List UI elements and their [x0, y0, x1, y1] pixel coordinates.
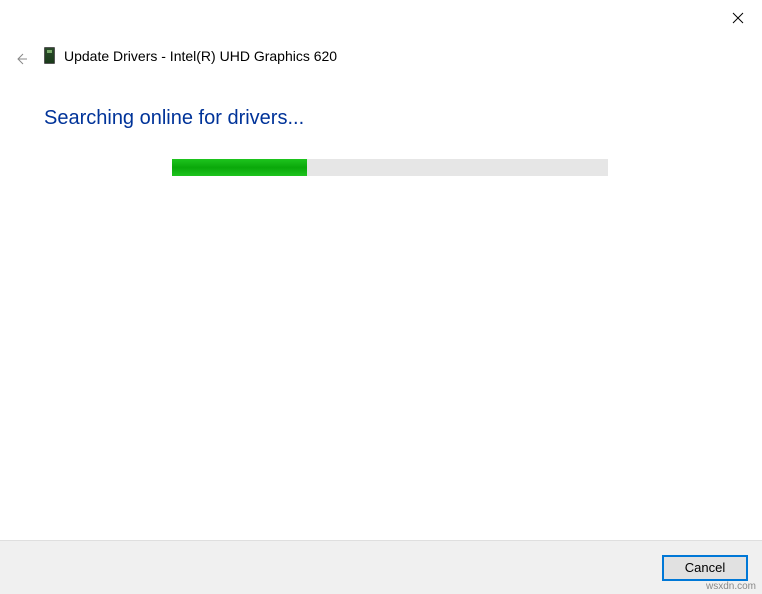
progress-fill — [172, 159, 307, 176]
back-arrow-icon — [14, 52, 28, 66]
status-message: Searching online for drivers... — [44, 107, 304, 130]
device-icon — [44, 47, 55, 64]
close-button[interactable] — [728, 8, 748, 28]
dialog-footer: Cancel — [0, 540, 762, 594]
progress-bar — [172, 159, 608, 176]
cancel-button[interactable]: Cancel — [662, 555, 748, 581]
dialog-title: Update Drivers - Intel(R) UHD Graphics 6… — [64, 48, 337, 64]
watermark: wsxdn.com — [706, 581, 756, 592]
dialog-header: Update Drivers - Intel(R) UHD Graphics 6… — [44, 47, 337, 64]
close-icon — [732, 12, 744, 24]
back-button[interactable] — [11, 49, 31, 69]
